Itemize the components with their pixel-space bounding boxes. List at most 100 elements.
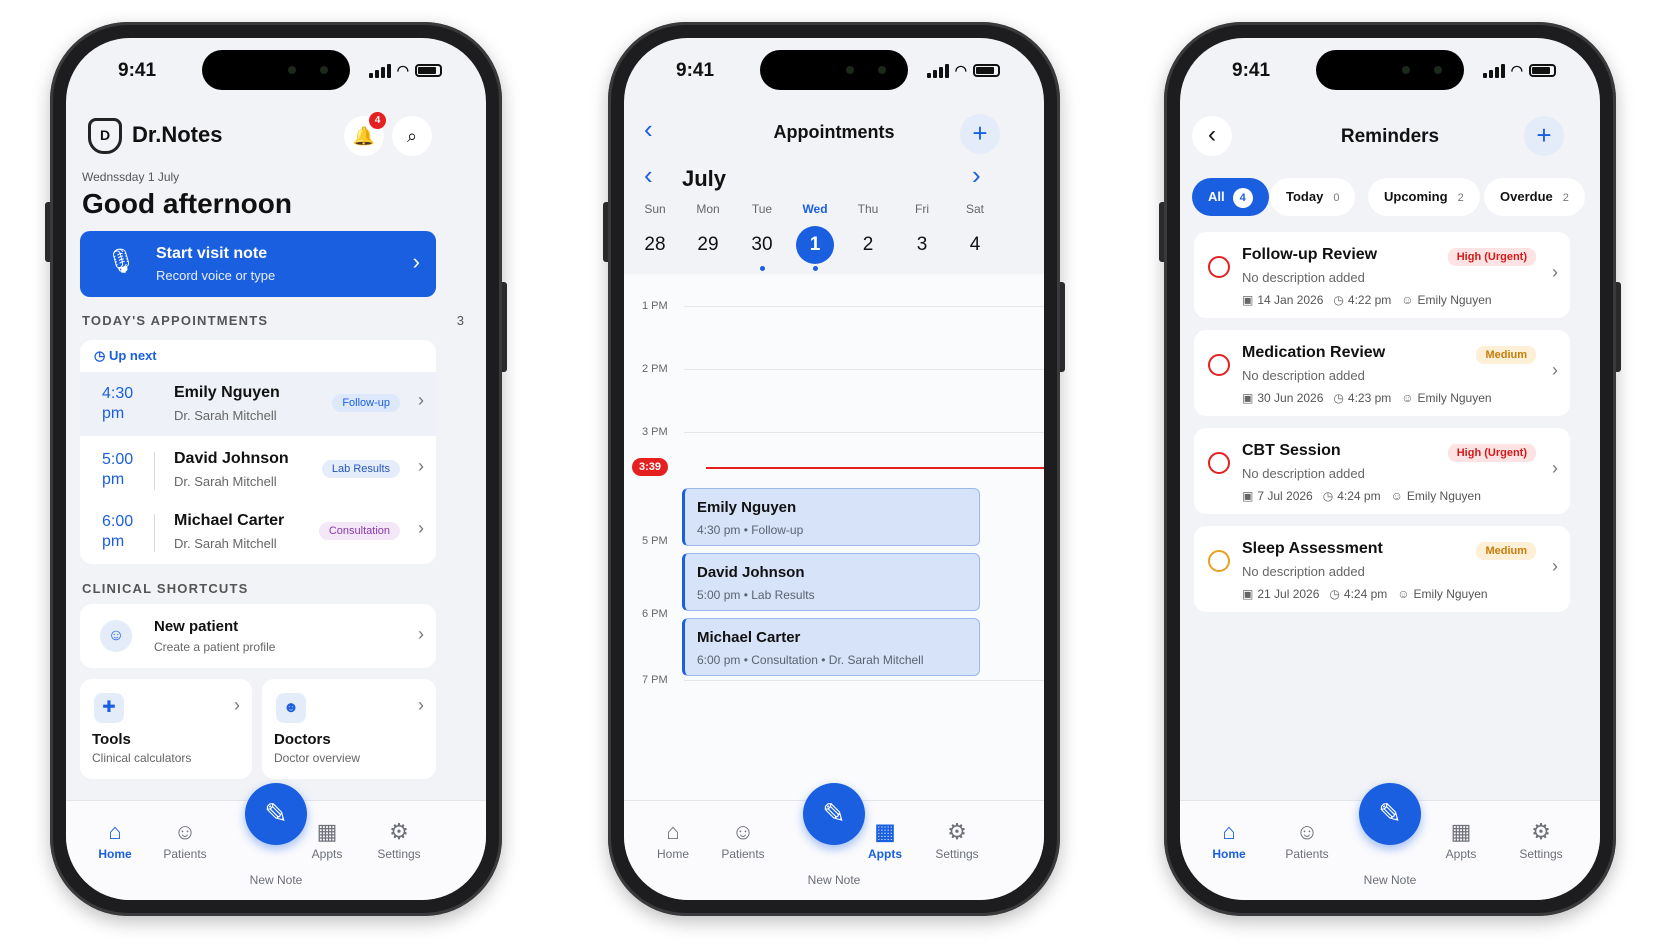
tab-patients[interactable]: ☺ Patients (150, 817, 220, 861)
showcase: 9:41 ◠ D Dr.Notes 🔔 4 ⌕ Wednssday 1 July… (0, 0, 1672, 941)
reminder-card[interactable]: Follow-up Review No description added ▣ 1… (1194, 232, 1570, 318)
filter-chip-upcoming[interactable]: Upcoming 2 (1368, 178, 1480, 216)
chevron-right-icon: › (418, 390, 424, 410)
appointment-time: 6:00 pm (102, 513, 134, 550)
patient-name: Michael Carter (174, 512, 285, 529)
tab-patients[interactable]: ☺ Patients (1272, 817, 1342, 861)
complete-toggle[interactable] (1208, 452, 1230, 474)
reminder-description: No description added (1242, 466, 1365, 481)
complete-toggle[interactable] (1208, 256, 1230, 278)
tools-title: Tools (92, 731, 131, 748)
status-time: 9:41 (1232, 60, 1271, 81)
calendar-day[interactable]: Tue 30 (737, 202, 787, 271)
house-icon: ⌂ (1222, 819, 1236, 844)
appointments-section-header: TODAY'S APPOINTMENTS (82, 313, 269, 328)
edit-note-icon: ✎ (822, 798, 846, 829)
appointment-event[interactable]: David Johnson 5:00 pm • Lab Results (682, 553, 980, 611)
appointments-screen: 9:41 ◠ ‹ Appointments + ‹ July › Sun 28 M… (624, 38, 1044, 900)
start-visit-note-button[interactable]: 🎙 Start visit note Record voice or type … (80, 231, 436, 297)
calendar-day[interactable]: Sat 4 (950, 202, 1000, 264)
house-icon: ⌂ (666, 819, 680, 844)
tab-patients[interactable]: ☺ Patients (708, 817, 778, 861)
tools-shortcut[interactable]: ✚ Tools Clinical calculators › (80, 679, 252, 779)
event-details: 4:30 pm • Follow-up (697, 523, 804, 537)
appointment-event[interactable]: Emily Nguyen 4:30 pm • Follow-up (682, 488, 980, 546)
priority-badge: High (Urgent) (1447, 248, 1536, 266)
wifi-icon: ◠ (954, 62, 967, 78)
doctors-shortcut[interactable]: ☻ Doctors Doctor overview › (262, 679, 436, 779)
appointment-event[interactable]: Michael Carter 6:00 pm • Consultation • … (682, 618, 980, 676)
edit-note-icon: ✎ (1378, 798, 1402, 829)
clock-icon: ◷ (1329, 587, 1340, 601)
start-visit-subtitle: Record voice or type (156, 268, 276, 283)
event-dot (759, 266, 765, 271)
status-icons: ◠ (368, 62, 442, 79)
microphone-icon: 🎙 (106, 248, 137, 275)
appointment-row[interactable]: 6:00 pm Michael Carter Dr. Sarah Mitchell… (80, 500, 436, 564)
calendar-day-selected[interactable]: Wed 1 (790, 202, 840, 271)
appointment-row[interactable]: 5:00 pm David Johnson Dr. Sarah Mitchell … (80, 438, 436, 502)
up-next-label: ◷ Up next (94, 348, 157, 363)
calendar-day[interactable]: Thu 2 (843, 202, 893, 264)
appointment-tag: Consultation (318, 522, 400, 540)
event-details: 6:00 pm • Consultation • Dr. Sarah Mitch… (697, 653, 924, 667)
complete-toggle[interactable] (1208, 550, 1230, 572)
reminder-meta: ▣ 21 Jul 2026 ◷ 4:24 pm ☺ Emily Nguyen (1242, 587, 1488, 601)
shortcuts-section-header: CLINICAL SHORTCUTS (82, 581, 249, 596)
day-timeline[interactable]: 1 PM 2 PM 3 PM 3:39 5 PM 6 PM 7 PM Emily… (624, 274, 1044, 800)
appointment-row[interactable]: 4:30 pm Emily Nguyen Dr. Sarah Mitchell F… (80, 372, 436, 436)
calendar-day[interactable]: Mon 29 (683, 202, 733, 264)
person-icon: ☺ (731, 819, 755, 844)
clock-icon: ◷ (94, 348, 106, 363)
complete-toggle[interactable] (1208, 354, 1230, 376)
tab-home[interactable]: ⌂ Home (80, 817, 150, 861)
filter-chip-overdue[interactable]: Overdue 2 (1484, 178, 1585, 216)
new-patient-shortcut[interactable]: ☺ New patient Create a patient profile › (80, 604, 436, 668)
chevron-right-icon: › (1552, 262, 1558, 282)
add-appointment-button[interactable]: + (960, 114, 1000, 154)
calendar-day[interactable]: Sun 28 (630, 202, 680, 264)
calendar-day[interactable]: Fri 3 (897, 202, 947, 264)
tab-settings[interactable]: ⚙ Settings (364, 817, 434, 861)
next-month-chevron-icon[interactable]: › (972, 160, 981, 191)
add-reminder-button[interactable]: + (1524, 116, 1564, 156)
chevron-right-icon: › (418, 518, 424, 538)
tab-settings[interactable]: ⚙ Settings (1506, 817, 1576, 861)
reminder-title: Follow-up Review (1242, 246, 1378, 263)
filter-chip-all[interactable]: All 4 (1192, 178, 1269, 216)
month-label: July (682, 166, 727, 191)
filter-count: 2 (1562, 192, 1569, 204)
chevron-right-icon: › (1552, 458, 1558, 478)
search-icon: ⌕ (406, 126, 418, 146)
app-logo-icon: D (88, 118, 122, 154)
filter-count: 2 (1457, 192, 1464, 204)
filter-count: 4 (1232, 188, 1253, 208)
notifications-button[interactable]: 🔔 4 (344, 112, 386, 156)
prev-month-chevron-icon[interactable]: ‹ (644, 160, 653, 191)
reminder-card[interactable]: Medication Review No description added ▣… (1194, 330, 1570, 416)
priority-badge: Medium (1476, 346, 1536, 364)
tab-home[interactable]: ⌂ Home (638, 817, 708, 861)
tab-appts[interactable]: ▦ Appts (850, 817, 920, 861)
reminder-card[interactable]: Sleep Assessment No description added ▣ 2… (1194, 526, 1570, 612)
priority-badge: High (Urgent) (1447, 444, 1536, 462)
new-note-button[interactable]: ✎ (1359, 783, 1421, 845)
signal-icon (368, 63, 391, 78)
tab-appts[interactable]: ▦ Appts (1426, 817, 1496, 861)
search-button[interactable]: ⌕ (392, 116, 432, 156)
tab-bar: ⌂ Home ☺ Patients ✎ New Note ▦ Appts ⚙ Setti… (66, 783, 486, 900)
doctor-name: Dr. Sarah Mitchell (174, 536, 277, 551)
battery-icon (973, 64, 1000, 77)
tab-appts[interactable]: ▦ Appts (292, 817, 362, 861)
filter-chip-today[interactable]: Today 0 (1270, 178, 1356, 216)
hour-label: 2 PM (642, 363, 668, 375)
reminder-card[interactable]: CBT Session No description added ▣ 7 Jul … (1194, 428, 1570, 514)
status-icons: ◠ (1482, 62, 1556, 79)
event-patient-name: Michael Carter (697, 629, 801, 646)
calendar-icon: ▣ (1242, 489, 1254, 503)
current-time-badge: 3:39 (632, 458, 669, 476)
tab-home[interactable]: ⌂ Home (1194, 817, 1264, 861)
calendar-icon: ▣ (1242, 293, 1254, 307)
tab-settings[interactable]: ⚙ Settings (922, 817, 992, 861)
person-icon: ☺ (1397, 587, 1410, 601)
